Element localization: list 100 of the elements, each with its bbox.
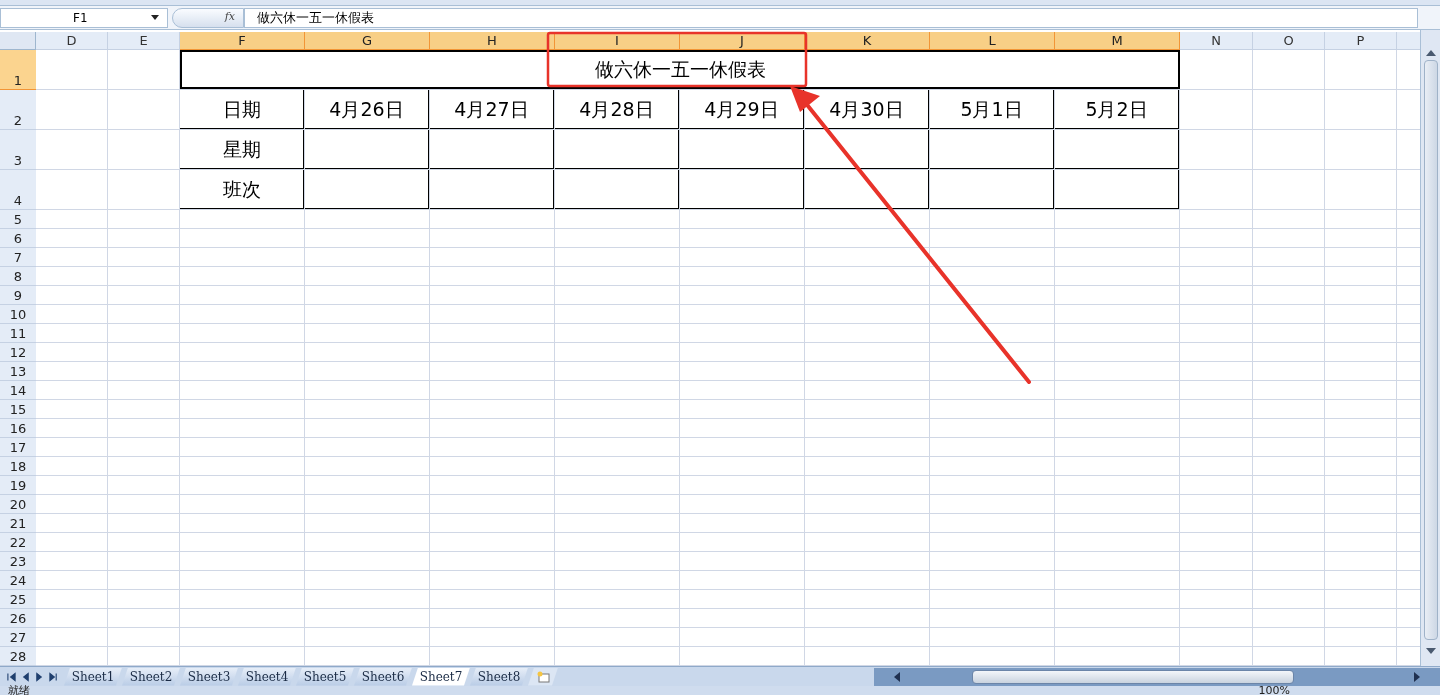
spreadsheet-cell[interactable] xyxy=(680,533,805,552)
spreadsheet-cell[interactable] xyxy=(1325,438,1397,457)
spreadsheet-cell[interactable] xyxy=(1055,248,1180,267)
spreadsheet-cell[interactable] xyxy=(430,400,555,419)
spreadsheet-cell[interactable] xyxy=(305,419,430,438)
spreadsheet-cell[interactable] xyxy=(1180,267,1253,286)
tab-scroll-icon[interactable] xyxy=(20,671,30,682)
spreadsheet-cell[interactable] xyxy=(555,229,680,248)
spreadsheet-cell[interactable] xyxy=(930,305,1055,324)
spreadsheet-cell[interactable] xyxy=(930,343,1055,362)
table-cell[interactable] xyxy=(1055,170,1179,209)
table-cell[interactable] xyxy=(930,170,1054,209)
spreadsheet-cell[interactable] xyxy=(1180,362,1253,381)
spreadsheet-cell[interactable] xyxy=(180,381,305,400)
spreadsheet-cell[interactable] xyxy=(36,514,108,533)
spreadsheet-cell[interactable] xyxy=(180,590,305,609)
spreadsheet-cell[interactable] xyxy=(680,571,805,590)
spreadsheet-cell[interactable] xyxy=(930,533,1055,552)
spreadsheet-cell[interactable] xyxy=(1253,286,1325,305)
spreadsheet-cell[interactable] xyxy=(1253,476,1325,495)
spreadsheet-cell[interactable] xyxy=(180,457,305,476)
spreadsheet-cell[interactable] xyxy=(430,419,555,438)
spreadsheet-cell[interactable] xyxy=(36,457,108,476)
spreadsheet-cell[interactable] xyxy=(305,457,430,476)
spreadsheet-cell[interactable] xyxy=(1325,495,1397,514)
spreadsheet-cell[interactable] xyxy=(930,324,1055,343)
spreadsheet-cell[interactable] xyxy=(1180,50,1253,90)
spreadsheet-cell[interactable] xyxy=(1325,609,1397,628)
spreadsheet-cell[interactable] xyxy=(680,381,805,400)
spreadsheet-cell[interactable] xyxy=(555,286,680,305)
spreadsheet-cell[interactable] xyxy=(555,533,680,552)
spreadsheet-cell[interactable] xyxy=(305,628,430,647)
spreadsheet-cell[interactable] xyxy=(430,552,555,571)
spreadsheet-cell[interactable] xyxy=(930,495,1055,514)
spreadsheet-cell[interactable] xyxy=(930,590,1055,609)
spreadsheet-cell[interactable] xyxy=(930,552,1055,571)
spreadsheet-cell[interactable] xyxy=(1325,343,1397,362)
spreadsheet-cell[interactable] xyxy=(180,533,305,552)
spreadsheet-cell[interactable] xyxy=(430,248,555,267)
row-header[interactable]: 16 xyxy=(0,419,36,438)
horizontal-scrollbar[interactable] xyxy=(874,667,1440,686)
spreadsheet-cell[interactable] xyxy=(1180,628,1253,647)
spreadsheet-cell[interactable] xyxy=(805,438,930,457)
table-cell[interactable] xyxy=(680,130,804,169)
column-header[interactable]: D xyxy=(36,32,108,50)
table-cell[interactable] xyxy=(805,170,929,209)
spreadsheet-cell[interactable] xyxy=(1180,305,1253,324)
spreadsheet-cell[interactable] xyxy=(430,362,555,381)
spreadsheet-cell[interactable] xyxy=(1180,90,1253,130)
spreadsheet-cell[interactable] xyxy=(180,495,305,514)
spreadsheet-cell[interactable] xyxy=(180,571,305,590)
spreadsheet-cell[interactable] xyxy=(680,495,805,514)
spreadsheet-cell[interactable] xyxy=(180,210,305,229)
spreadsheet-cell[interactable] xyxy=(180,419,305,438)
spreadsheet-cell[interactable] xyxy=(805,229,930,248)
column-header[interactable]: L xyxy=(930,32,1055,50)
spreadsheet-cell[interactable] xyxy=(555,267,680,286)
spreadsheet-cell[interactable] xyxy=(108,514,180,533)
spreadsheet-cell[interactable] xyxy=(108,229,180,248)
spreadsheet-cell[interactable] xyxy=(108,130,180,170)
column-header[interactable]: P xyxy=(1325,32,1397,50)
spreadsheet-cell[interactable] xyxy=(1325,305,1397,324)
spreadsheet-cell[interactable] xyxy=(930,438,1055,457)
spreadsheet-cell[interactable] xyxy=(1325,170,1397,210)
spreadsheet-cell[interactable] xyxy=(680,400,805,419)
row-header[interactable]: 17 xyxy=(0,438,36,457)
spreadsheet-cell[interactable] xyxy=(1180,286,1253,305)
spreadsheet-cell[interactable] xyxy=(1253,50,1325,90)
spreadsheet-cell[interactable] xyxy=(430,628,555,647)
spreadsheet-cell[interactable] xyxy=(305,400,430,419)
spreadsheet-cell[interactable] xyxy=(108,267,180,286)
spreadsheet-cell[interactable] xyxy=(1180,438,1253,457)
spreadsheet-cell[interactable] xyxy=(180,476,305,495)
spreadsheet-cell[interactable] xyxy=(1253,343,1325,362)
spreadsheet-cell[interactable] xyxy=(680,476,805,495)
spreadsheet-cell[interactable] xyxy=(36,229,108,248)
spreadsheet-cell[interactable] xyxy=(805,267,930,286)
spreadsheet-cell[interactable] xyxy=(36,552,108,571)
spreadsheet-cell[interactable] xyxy=(1253,170,1325,210)
spreadsheet-cell[interactable] xyxy=(930,362,1055,381)
spreadsheet-cell[interactable] xyxy=(1055,590,1180,609)
spreadsheet-cell[interactable] xyxy=(1325,476,1397,495)
spreadsheet-cell[interactable] xyxy=(108,438,180,457)
spreadsheet-cell[interactable] xyxy=(1180,476,1253,495)
spreadsheet-cell[interactable] xyxy=(1055,286,1180,305)
spreadsheet-cell[interactable] xyxy=(805,628,930,647)
spreadsheet-cell[interactable] xyxy=(555,400,680,419)
spreadsheet-cell[interactable] xyxy=(805,514,930,533)
spreadsheet-cell[interactable] xyxy=(108,343,180,362)
spreadsheet-cell[interactable] xyxy=(555,514,680,533)
spreadsheet-cell[interactable] xyxy=(305,609,430,628)
row-header[interactable]: 1 xyxy=(0,50,36,90)
spreadsheet-cell[interactable] xyxy=(1055,495,1180,514)
spreadsheet-cell[interactable] xyxy=(180,552,305,571)
spreadsheet-cell[interactable] xyxy=(430,590,555,609)
spreadsheet-cell[interactable] xyxy=(430,514,555,533)
spreadsheet-cell[interactable] xyxy=(1325,571,1397,590)
spreadsheet-cell[interactable] xyxy=(805,343,930,362)
spreadsheet-cell[interactable] xyxy=(430,210,555,229)
date-heading[interactable]: 4月27日 xyxy=(430,90,554,129)
